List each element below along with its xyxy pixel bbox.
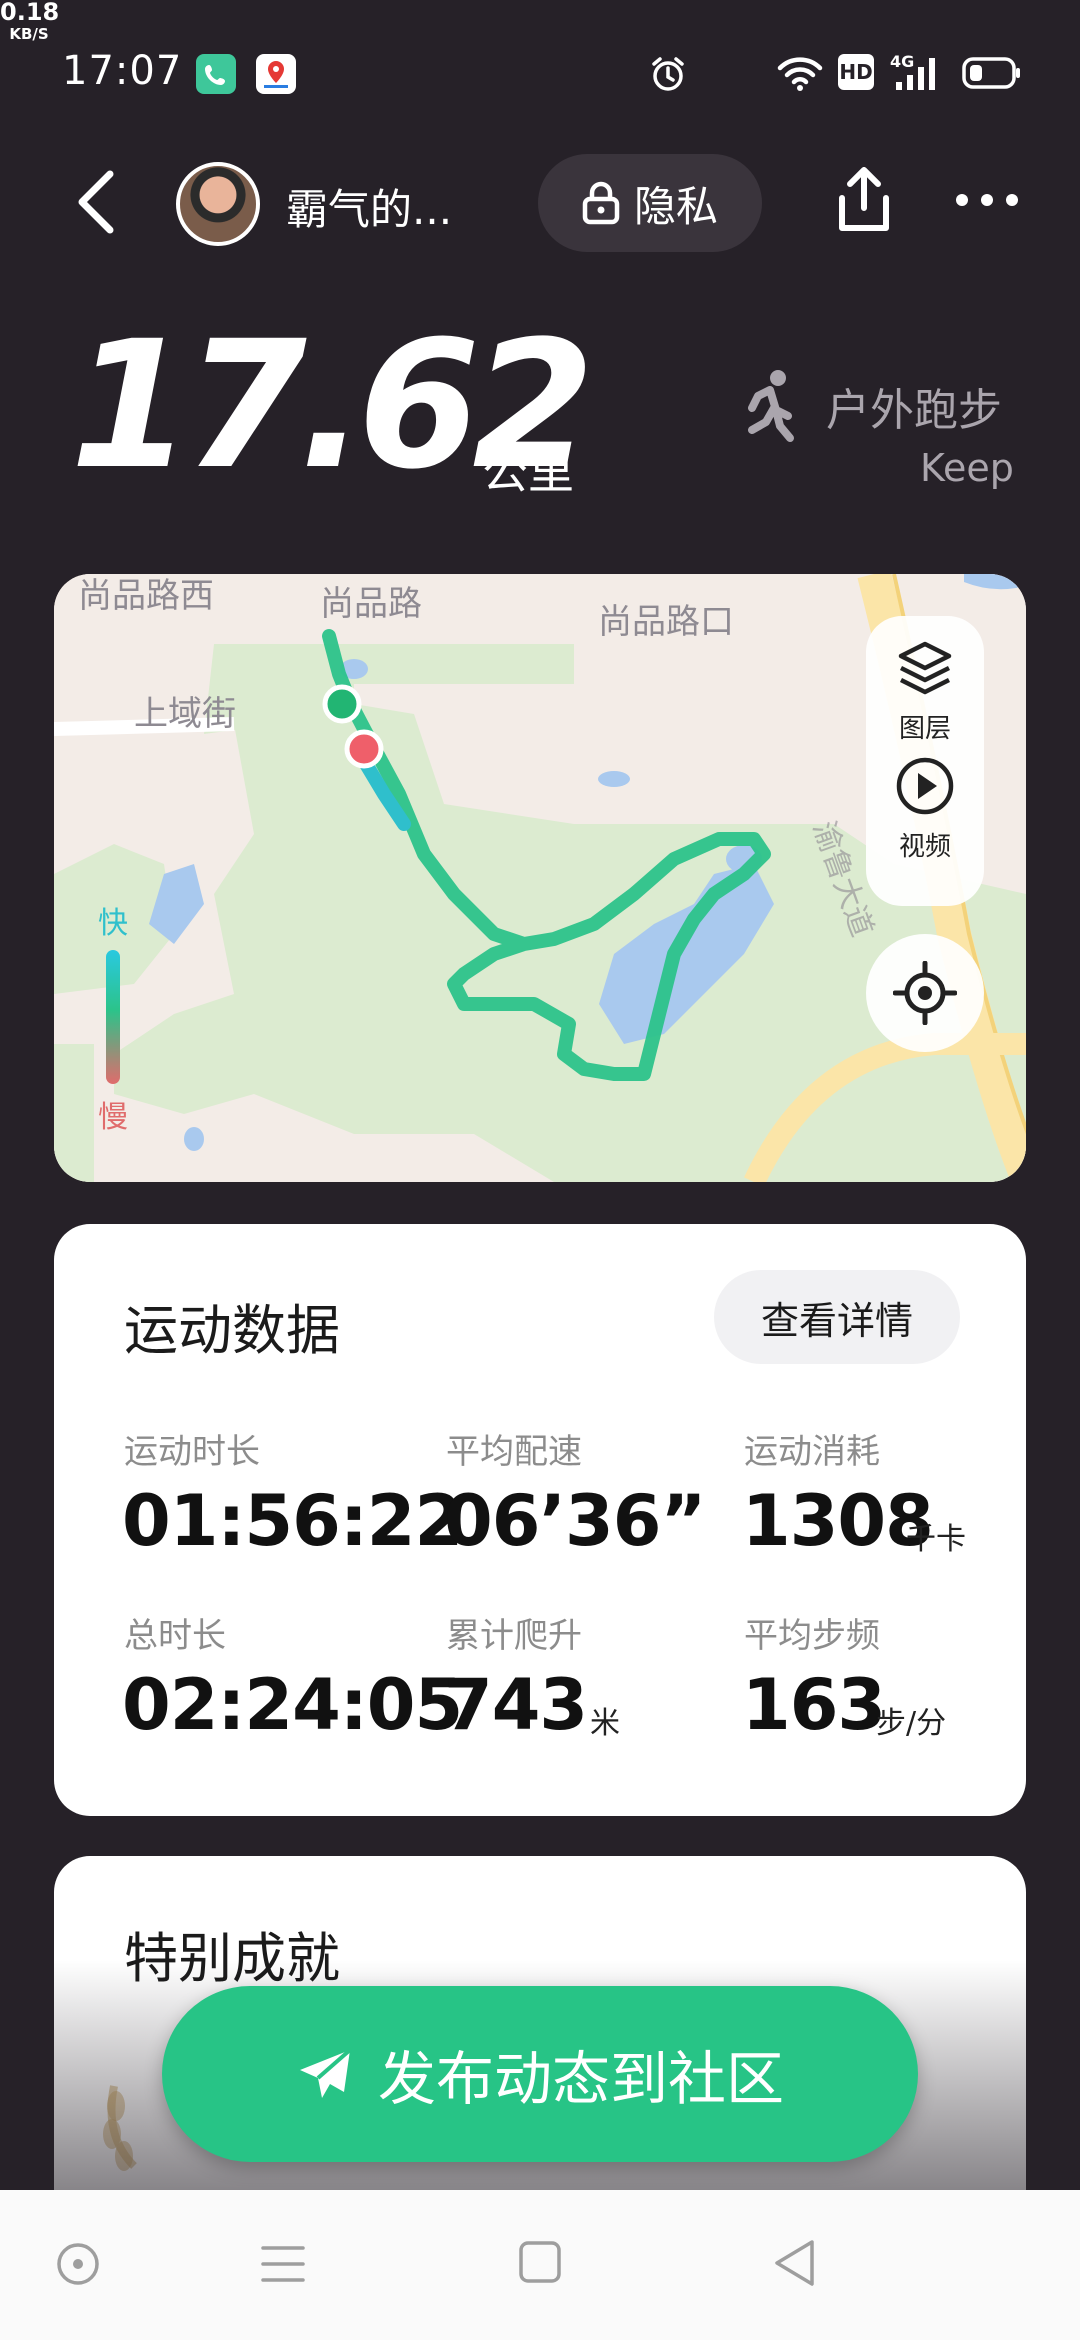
map-label-shangyu-street: 上域街 (134, 694, 236, 734)
avg-pace-value: 06’36” (444, 1480, 706, 1562)
total-time-value: 02:24:05 (122, 1664, 463, 1746)
video-button[interactable]: 视频 (866, 756, 984, 906)
elevation-gain-unit: 米 (590, 1706, 620, 1741)
elevation-gain-value: 743 (444, 1664, 588, 1746)
map-label-shangpin-road: 尚品路 (320, 584, 422, 624)
calories-value: 1308 (742, 1480, 934, 1562)
route-map[interactable]: 尚品路西 尚品路 尚品路口 上域街 渝鲁大道 快 慢 图层 视频 (54, 574, 1026, 1182)
status-bar: 17:07 0.18 KB/S HD 4G (0, 0, 1080, 140)
battery-icon (962, 57, 1020, 89)
layers-icon (898, 641, 952, 695)
net-speed-value: 0.18 (0, 0, 60, 26)
total-time-label: 总时长 (124, 1616, 226, 1656)
home-circle-icon[interactable] (54, 2240, 102, 2288)
avatar[interactable] (176, 162, 260, 246)
duration-value: 01:56:22 (122, 1480, 463, 1562)
stats-title: 运动数据 (124, 1299, 340, 1362)
locate-icon (893, 961, 957, 1025)
map-label-shangpin-west: 尚品路西 (78, 576, 214, 616)
workout-stats-card: 运动数据 查看详情 运动时长 01:56:22 平均配速 06’36” 运动消耗… (54, 1224, 1026, 1816)
status-time: 17:07 (62, 48, 183, 94)
signal-icon (896, 58, 935, 90)
privacy-button[interactable]: 隐私 (538, 154, 762, 252)
map-label-shangpin-junction: 尚品路口 (598, 602, 734, 642)
view-details-button[interactable]: 查看详情 (714, 1270, 960, 1364)
lock-icon (582, 181, 620, 225)
publish-label: 发布动态到社区 (377, 2045, 784, 2113)
running-icon (748, 370, 794, 442)
menu-icon[interactable] (260, 2242, 306, 2286)
calories-label: 运动消耗 (744, 1432, 880, 1472)
play-icon (896, 757, 954, 815)
back-triangle-icon[interactable] (772, 2238, 818, 2288)
square-icon[interactable] (518, 2240, 562, 2284)
send-icon (299, 2048, 352, 2098)
duration-label: 运动时长 (124, 1432, 260, 1472)
video-label: 视频 (898, 832, 951, 862)
alarm-icon (652, 57, 684, 91)
avg-pace-label: 平均配速 (446, 1432, 582, 1472)
cadence-unit: 步/分 (876, 1706, 947, 1741)
layers-button[interactable]: 图层 (866, 616, 984, 756)
legend-slow-label: 慢 (98, 1100, 128, 1135)
phone-app-icon (196, 54, 236, 94)
maps-app-icon (256, 54, 296, 94)
cadence-value: 163 (742, 1664, 886, 1746)
sport-brand: Keep (920, 446, 1014, 490)
cadence-label: 平均步频 (744, 1616, 880, 1656)
network-speed: 0.18 KB/S (0, 0, 60, 43)
locate-button[interactable] (866, 934, 984, 1052)
elevation-gain-label: 累计爬升 (446, 1616, 582, 1656)
wifi-icon (777, 57, 823, 91)
hd-icon: HD (838, 54, 874, 90)
calories-unit: 千卡 (906, 1522, 966, 1557)
distance-unit: 公里 (482, 445, 574, 499)
legend-fast-label: 快 (98, 906, 128, 941)
map-tools-panel: 图层 视频 (866, 616, 984, 906)
system-nav-bar (0, 2190, 1080, 2340)
privacy-label: 隐私 (633, 181, 718, 231)
back-icon[interactable] (72, 166, 120, 238)
sport-type: 户外跑步 (826, 385, 1002, 436)
user-name[interactable]: 霸气的... (286, 176, 452, 237)
share-icon[interactable] (832, 164, 896, 238)
pace-legend-bar (106, 950, 120, 1084)
net-speed-unit: KB/S (9, 25, 49, 43)
layers-label: 图层 (898, 714, 951, 744)
publish-to-community-button[interactable]: 发布动态到社区 (162, 1986, 918, 2162)
more-icon[interactable] (952, 190, 1022, 210)
